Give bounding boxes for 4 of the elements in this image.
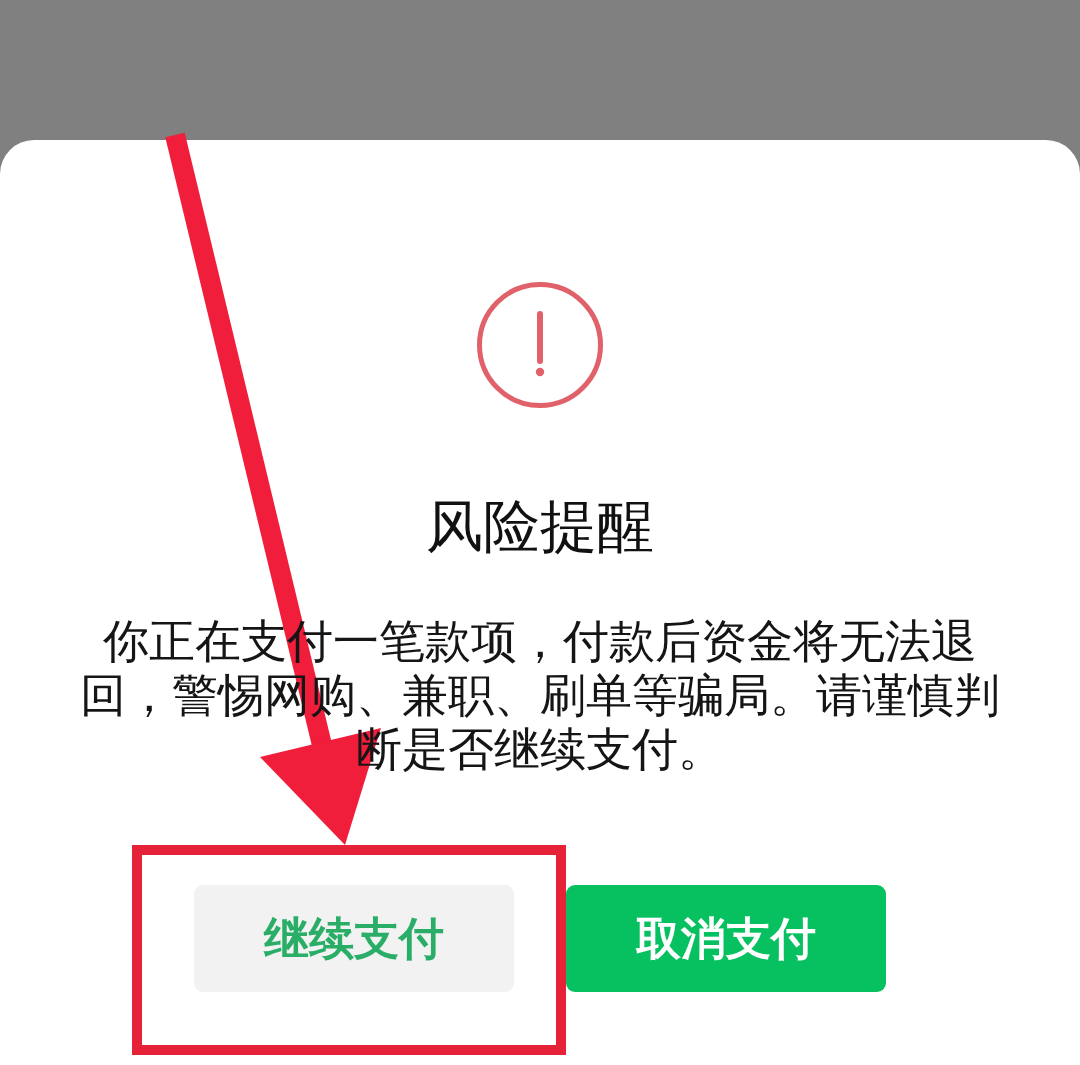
warning-icon — [477, 282, 603, 408]
cancel-payment-button[interactable]: 取消支付 — [566, 885, 886, 992]
dialog-title: 风险提醒 — [426, 492, 654, 560]
continue-payment-button[interactable]: 继续支付 — [194, 885, 514, 992]
